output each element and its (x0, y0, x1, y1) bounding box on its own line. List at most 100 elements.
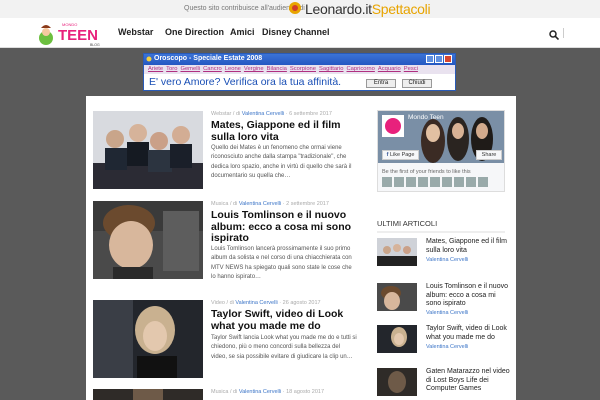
side-item-author[interactable]: Valentina Cervelli (426, 310, 468, 316)
zodiac-link[interactable]: Scorpione (290, 65, 316, 74)
close-icon[interactable] (444, 55, 452, 63)
zodiac-link[interactable]: Ariete (148, 65, 163, 74)
main-navbar: MONDO TEEN BLOG Webstar One Direction Am… (0, 18, 600, 48)
horoscope-ad[interactable]: Oroscopo - Speciale Estate 2008 Ariete T… (143, 53, 456, 91)
fb-like-label: Like Page (389, 152, 415, 158)
article-title[interactable]: Taylor Swift, video di Look what you mad… (211, 308, 361, 332)
side-thumbnail[interactable] (377, 368, 417, 396)
nav-webstar[interactable]: Webstar (118, 27, 153, 37)
side-item-title[interactable]: Gaten Matarazzo nel video di Lost Boys L… (426, 368, 512, 394)
zodiac-links: Ariete Toro Gemelli Cancro Leone Vergine… (144, 65, 455, 74)
article-author[interactable]: Valentina Cervelli (239, 201, 281, 207)
ad-close-button[interactable]: Chiudi (402, 79, 432, 88)
zodiac-link[interactable]: Toro (166, 65, 177, 74)
article-date: 26 agosto 2017 (282, 300, 321, 306)
logo-main-text: TEEN (58, 27, 98, 44)
fb-friend-avatars (382, 177, 488, 187)
zodiac-link[interactable]: Acquario (378, 65, 401, 74)
article-author[interactable]: Valentina Cervelli (242, 111, 284, 117)
article-date: 18 agosto 2017 (286, 389, 325, 395)
side-item-title[interactable]: Taylor Swift, video di Look what you mad… (426, 325, 512, 342)
facebook-page-widget: Mondo Teen f Like Page Share Be the firs… (377, 110, 505, 192)
ad-headline[interactable]: E' vero Amore? Verifica ora la tua affin… (149, 76, 341, 88)
logo-sub-text: BLOG (90, 43, 100, 47)
article-thumbnail[interactable] (93, 111, 203, 189)
side-item-title[interactable]: Louis Tomlinson e il nuovo album: ecco a… (426, 283, 512, 309)
partner-main: Leonardo.it (305, 1, 372, 17)
avatar[interactable] (394, 177, 404, 187)
zodiac-link[interactable]: Leone (225, 65, 241, 74)
avatar[interactable] (478, 177, 488, 187)
article-date: 2 settembre 2017 (286, 201, 329, 207)
avatar[interactable] (406, 177, 416, 187)
side-item-title[interactable]: Mates, Giappone ed il film sulla loro vi… (426, 238, 512, 255)
louis-photo (93, 201, 203, 279)
fb-page-name[interactable]: Mondo Teen (408, 114, 444, 121)
partner-sub: Spettacoli (371, 1, 431, 17)
zodiac-link[interactable]: Capricorno (347, 65, 375, 74)
partner-bar: Questo sito contribuisce all'audience di… (0, 0, 600, 18)
article-author[interactable]: Valentina Cervelli (239, 389, 281, 395)
ad-title: Oroscopo - Speciale Estate 2008 (154, 55, 263, 62)
search-button[interactable] (549, 27, 564, 41)
article-meta: Video / di Valentina Cervelli · 26 agost… (211, 300, 321, 306)
article-thumbnail[interactable] (93, 201, 203, 279)
latest-articles-heading: ULTIMI ARTICOLI (377, 219, 505, 233)
zodiac-link[interactable]: Pesci (404, 65, 418, 74)
article-category[interactable]: Webstar (211, 111, 231, 117)
article-meta: Webstar / di Valentina Cervelli · 6 sett… (211, 111, 332, 117)
article-by: di (233, 389, 238, 395)
article-category[interactable]: Musica (211, 389, 228, 395)
ad-enter-button[interactable]: Entra (366, 79, 396, 88)
article-excerpt: Louis Tomlinson lancerà prossimamente il… (211, 246, 352, 281)
maximize-icon[interactable] (435, 55, 443, 63)
mondo-teen-logo[interactable]: MONDO TEEN BLOG (38, 18, 106, 50)
zodiac-link[interactable]: Sagittario (319, 65, 344, 74)
partner-link[interactable]: Leonardo.itSpettacoli (305, 1, 431, 17)
article-category[interactable]: Musica (211, 201, 228, 207)
article-author[interactable]: Valentina Cervelli (235, 300, 277, 306)
article-title[interactable]: Louis Tomlinson e il nuovo album: ecco a… (211, 209, 361, 245)
search-icon (549, 30, 560, 41)
article-category[interactable]: Video (211, 300, 225, 306)
avatar[interactable] (466, 177, 476, 187)
article-meta: Musica / di Valentina Cervelli · 18 agos… (211, 389, 325, 395)
ad-body: E' vero Amore? Verifica ora la tua affin… (144, 74, 455, 90)
fb-like-button[interactable]: f Like Page (382, 150, 419, 160)
partner-note: Questo sito contribuisce all'audience di (184, 5, 305, 12)
article-thumbnail[interactable] (93, 300, 203, 378)
nav-amici[interactable]: Amici (230, 27, 255, 37)
nav-disney-channel[interactable]: Disney Channel (262, 27, 330, 37)
article-excerpt: Quello dei Mates è un fenomeno che ormai… (211, 145, 352, 180)
side-item-author[interactable]: Valentina Cervelli (426, 344, 468, 350)
avatar[interactable] (454, 177, 464, 187)
article-by: di (233, 201, 238, 207)
article-by: di (229, 300, 234, 306)
side-item-author[interactable]: Valentina Cervelli (426, 257, 468, 263)
article-thumbnail[interactable] (93, 388, 203, 400)
avatar[interactable] (442, 177, 452, 187)
nav-one-direction[interactable]: One Direction (165, 27, 224, 37)
search-divider (563, 28, 564, 38)
side-thumbnail[interactable] (377, 325, 417, 353)
ad-titlebar: Oroscopo - Speciale Estate 2008 (144, 54, 455, 65)
avatar[interactable] (418, 177, 428, 187)
avatar[interactable] (382, 177, 392, 187)
leonardo-logo-icon[interactable] (288, 1, 302, 15)
avatar[interactable] (430, 177, 440, 187)
mates-photo (93, 111, 203, 189)
zodiac-link[interactable]: Gemelli (180, 65, 200, 74)
zodiac-link[interactable]: Vergine (244, 65, 264, 74)
taylor-photo (93, 300, 203, 378)
fb-share-button[interactable]: Share (476, 150, 502, 160)
content-area: Webstar / di Valentina Cervelli · 6 sett… (86, 96, 516, 400)
article-title[interactable]: Mates, Giappone ed il film sulla loro vi… (211, 119, 361, 143)
ad-window-icon (146, 56, 152, 62)
zodiac-link[interactable]: Cancro (203, 65, 222, 74)
minimize-icon[interactable] (426, 55, 434, 63)
side-thumbnail[interactable] (377, 238, 417, 266)
side-thumbnail[interactable] (377, 283, 417, 311)
zodiac-link[interactable]: Bilancia (267, 65, 287, 74)
article-meta: Musica / di Valentina Cervelli · 2 sette… (211, 201, 329, 207)
article-by: di (235, 111, 241, 117)
